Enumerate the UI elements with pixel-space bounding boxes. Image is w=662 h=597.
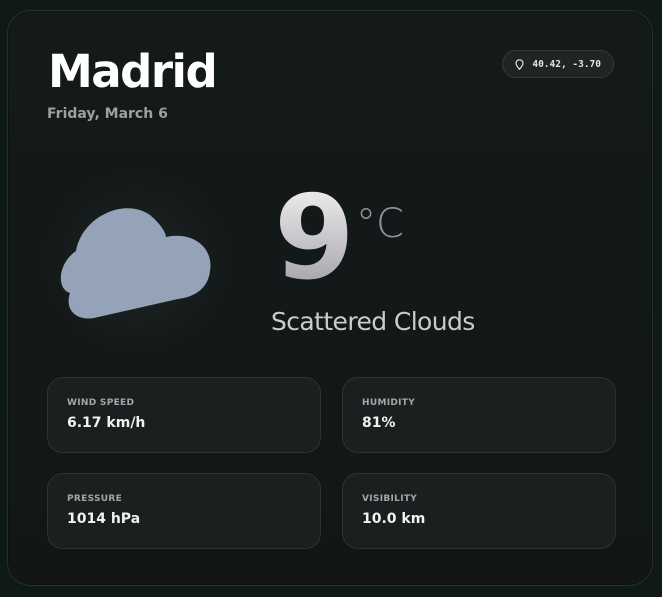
humidity-tile: HUMIDITY 81% [342, 377, 616, 453]
stat-label: WIND SPEED [67, 398, 135, 408]
stat-value: 10.0 km [362, 511, 426, 527]
city-name: Madrid [48, 45, 218, 98]
current-date: Friday, March 6 [47, 106, 168, 122]
wind-speed-tile: WIND SPEED 6.17 km/h [47, 377, 321, 453]
cloud-icon [60, 208, 211, 319]
stat-value: 1014 hPa [67, 511, 141, 527]
stat-label: HUMIDITY [362, 398, 416, 408]
weather-card: Madrid Friday, March 6 40.42, -3.70 9 °C… [7, 10, 653, 586]
stat-value: 81% [362, 415, 396, 431]
location-pin-icon [515, 58, 524, 70]
visibility-tile: VISIBILITY 10.0 km [342, 473, 616, 549]
temperature-unit: °C [356, 201, 404, 247]
temperature-value: 9 [274, 171, 355, 306]
pressure-tile: PRESSURE 1014 hPa [47, 473, 321, 549]
stat-label: VISIBILITY [362, 494, 418, 504]
stat-label: PRESSURE [67, 494, 123, 504]
weather-icon-container [42, 171, 232, 361]
weather-description: Scattered Clouds [271, 307, 475, 336]
coordinates-badge: 40.42, -3.70 [502, 50, 614, 78]
stat-value: 6.17 km/h [67, 415, 146, 431]
coordinates-text: 40.42, -3.70 [532, 58, 601, 70]
